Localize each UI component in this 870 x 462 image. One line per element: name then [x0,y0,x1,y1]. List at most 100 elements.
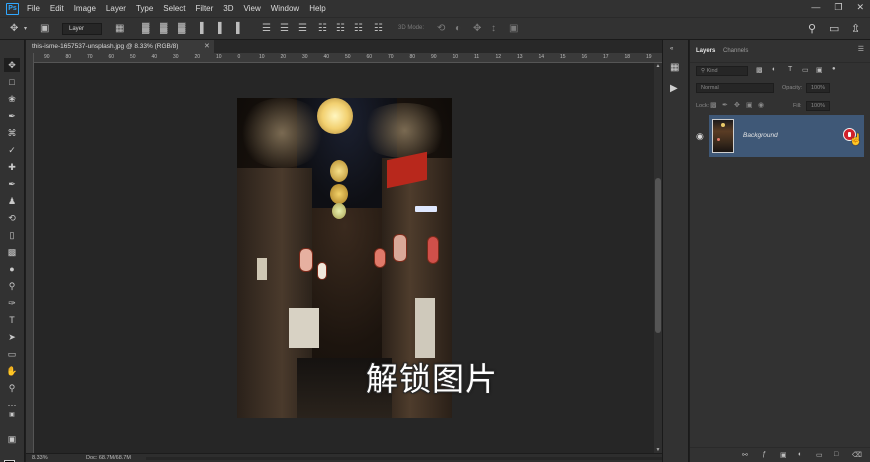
document-size[interactable]: Doc: 68.7M/68.7M [86,455,131,461]
auto-select-dropdown[interactable]: Layer [62,23,102,35]
add-mask-icon[interactable]: ▣ [780,451,787,459]
hand-tool-icon[interactable]: ✋ [4,364,20,378]
workspace-icon[interactable]: ▭ [829,22,839,35]
shape-tool-icon[interactable]: ▭ [4,347,20,361]
gradient-tool-icon[interactable]: ▩ [4,245,20,259]
auto-align-icon[interactable]: ☷ [374,23,383,35]
close-tab-icon[interactable]: ✕ [204,40,210,53]
distribute-right-icon[interactable]: ☷ [354,23,363,35]
3d-slide-icon[interactable]: ↕ [491,23,496,35]
marquee-tool-icon[interactable]: □ [4,75,20,89]
menu-view[interactable]: View [244,4,261,13]
tool-preset-dropdown-icon[interactable]: ▾ [24,23,27,35]
menu-help[interactable]: Help [309,4,325,13]
move-tool-icon[interactable]: ✥ [4,58,20,72]
path-selection-tool-icon[interactable]: ➤ [4,330,20,344]
menu-file[interactable]: File [27,4,40,13]
default-colors-icon[interactable]: ▣ [4,408,20,422]
distribute-vcenter-icon[interactable]: ☰ [280,23,289,35]
align-right-icon[interactable]: ▌ [236,23,243,35]
layer-filter-kind-dropdown[interactable]: ⚲ Kind [696,66,748,76]
menu-type[interactable]: Type [136,4,153,13]
align-bottom-icon[interactable]: ▓ [178,23,185,35]
dodge-tool-icon[interactable]: ⚲ [4,279,20,293]
quick-select-tool-icon[interactable]: ✒ [4,109,20,123]
layer-background[interactable]: Background ☝ [709,115,864,157]
history-panel-icon[interactable]: ▦ [670,62,679,73]
pen-tool-icon[interactable]: ✑ [4,296,20,310]
distribute-hcenter-icon[interactable]: ☷ [336,23,345,35]
filter-adjustment-icon[interactable]: ◐ [772,66,776,73]
close-icon[interactable]: ✕ [856,2,864,13]
filter-shape-icon[interactable]: ▭ [802,66,809,74]
filter-type-icon[interactable]: T [788,66,792,73]
distribute-left-icon[interactable]: ☷ [318,23,327,35]
eyedropper-tool-icon[interactable]: ✓ [4,143,20,157]
zoom-level[interactable]: 8.33% [32,455,48,461]
lock-all-icon[interactable]: ◉ [758,101,764,109]
history-brush-tool-icon[interactable]: ⟲ [4,211,20,225]
align-left-icon[interactable]: ▌ [200,23,207,35]
show-transform-controls-icon[interactable]: ▦ [115,23,124,35]
lock-transparent-icon[interactable]: ▩ [710,101,717,109]
align-vertical-center-icon[interactable]: ▓ [160,23,167,35]
align-top-icon[interactable]: ▓ [142,23,149,35]
type-tool-icon[interactable]: T [4,313,20,327]
move-tool-icon[interactable]: ✥ [10,23,18,35]
filter-pixel-icon[interactable]: ▩ [756,66,763,74]
menu-layer[interactable]: Layer [106,4,126,13]
horizontal-scrollbar[interactable] [146,457,666,460]
restore-icon[interactable]: ❐ [834,2,842,13]
layer-visibility-eye-icon[interactable]: ◉ [696,131,704,142]
clone-stamp-tool-icon[interactable]: ♟ [4,194,20,208]
brush-tool-icon[interactable]: ✒ [4,177,20,191]
eraser-tool-icon[interactable]: ▯ [4,228,20,242]
3d-orbit-icon[interactable]: ⟲ [437,23,445,35]
vertical-scrollbar[interactable]: ▲ ▼ [654,63,662,453]
3d-scale-icon[interactable]: ▣ [509,23,518,35]
share-icon[interactable]: ⇫ [851,22,860,35]
menu-select[interactable]: Select [163,4,185,13]
lock-position-icon[interactable]: ✥ [734,101,740,109]
tab-channels[interactable]: Channels [723,45,748,57]
blend-mode-dropdown[interactable]: Normal [696,83,774,93]
distribute-top-icon[interactable]: ☰ [262,23,271,35]
collapse-panels-icon[interactable]: « [670,46,673,52]
document-tab[interactable]: this-isme-1657537-unsplash.jpg @ 8.33% (… [26,40,214,53]
menu-window[interactable]: Window [271,4,299,13]
healing-brush-tool-icon[interactable]: ✚ [4,160,20,174]
tab-layers[interactable]: Layers [696,45,715,57]
auto-select-checkbox[interactable]: ▣ [40,23,49,35]
align-horizontal-center-icon[interactable]: ▌ [218,23,225,35]
new-group-icon[interactable]: ▭ [816,451,823,459]
blur-tool-icon[interactable]: ● [4,262,20,276]
3d-roll-icon[interactable]: ◐ [455,23,461,35]
quick-mask-icon[interactable]: ▣ [4,432,20,446]
scrollbar-thumb[interactable] [655,178,661,333]
minimize-icon[interactable]: — [811,2,820,13]
layer-style-icon[interactable]: ƒ [762,451,766,458]
menu-filter[interactable]: Filter [196,4,214,13]
search-icon[interactable]: ⚲ [808,22,816,35]
lock-image-icon[interactable]: ✒ [722,101,728,109]
filter-smart-object-icon[interactable]: ▣ [816,66,823,74]
lasso-tool-icon[interactable]: ❀ [4,92,20,106]
lock-artboard-icon[interactable]: ▣ [746,101,753,109]
scroll-up-icon[interactable]: ▲ [654,63,662,69]
panel-menu-icon[interactable]: ☰ [858,45,864,53]
link-layers-icon[interactable]: ⚯ [742,451,748,459]
new-layer-icon[interactable]: □ [834,451,838,458]
actions-panel-icon[interactable]: ▶ [670,83,678,94]
delete-layer-icon[interactable]: ⌫ [852,451,862,459]
menu-image[interactable]: Image [74,4,96,13]
fill-field[interactable]: 100% [806,101,830,111]
new-adjustment-icon[interactable]: ◐ [798,451,802,458]
crop-tool-icon[interactable]: ⌘ [4,126,20,140]
menu-edit[interactable]: Edit [50,4,64,13]
layer-name[interactable]: Background [743,132,778,139]
3d-pan-icon[interactable]: ✥ [473,23,481,35]
filter-toggle-icon[interactable]: ● [832,66,836,72]
distribute-bottom-icon[interactable]: ☰ [298,23,307,35]
menu-3d[interactable]: 3D [223,4,233,13]
opacity-field[interactable]: 100% [806,83,830,93]
